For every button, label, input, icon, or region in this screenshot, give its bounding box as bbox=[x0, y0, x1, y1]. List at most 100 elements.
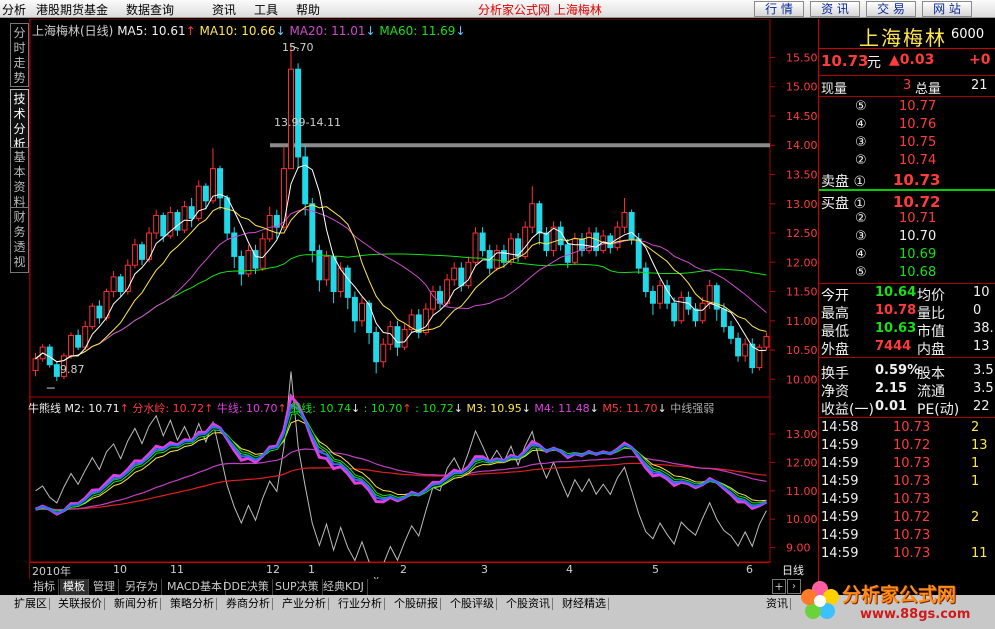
bid5-label: ⑤ bbox=[855, 265, 867, 280]
tick-volume: 2 bbox=[971, 420, 980, 435]
candle-body bbox=[536, 203, 543, 234]
news-button[interactable]: 资 讯 bbox=[810, 1, 860, 17]
trade-button[interactable]: 交 易 bbox=[866, 1, 916, 17]
tab-financials[interactable]: 财务透视 bbox=[10, 207, 29, 273]
website-button[interactable]: 网 站 bbox=[922, 1, 972, 17]
annotation-high: 15.70 bbox=[282, 41, 314, 54]
bottom-menu-item[interactable]: 关联报价 bbox=[58, 596, 105, 612]
tick-price: 10.73 bbox=[893, 474, 931, 489]
tab-intraday[interactable]: 分时走势 bbox=[10, 23, 29, 87]
candle-body bbox=[422, 308, 429, 333]
chart-canvas[interactable]: 10.00 10.50 11.00 11.50 12.00 12.50 13.00 13.50… bbox=[29, 18, 818, 584]
up-arrow-icon: ↑ bbox=[185, 24, 196, 38]
bid3-price: 10.70 bbox=[899, 229, 937, 244]
bottom-menu-item[interactable]: 个股资讯 bbox=[506, 596, 553, 612]
bottom-menu-item[interactable]: 策略分析 bbox=[170, 596, 217, 612]
bid4-price: 10.69 bbox=[899, 247, 937, 262]
menu-item-analysis[interactable]: 分析 bbox=[2, 1, 26, 18]
tick-volume: 1 bbox=[971, 456, 980, 471]
candle-body bbox=[153, 214, 160, 234]
tab-template[interactable]: 模板 bbox=[60, 579, 89, 595]
stat-label: 外盘 bbox=[821, 342, 849, 358]
y-tick-label: 15.00 bbox=[786, 81, 818, 94]
candle-body bbox=[671, 302, 678, 322]
y-tick-label: 15.50 bbox=[786, 51, 818, 64]
y-tick-label: 10.50 bbox=[786, 344, 818, 357]
candle-body bbox=[96, 305, 103, 319]
candle-body bbox=[720, 308, 727, 328]
date-label: 11 bbox=[170, 563, 184, 576]
menu-item-hk-futures[interactable]: 港股期货基金 bbox=[36, 1, 108, 18]
candle-body bbox=[351, 296, 358, 322]
sub-y-tick-label: 13.00 bbox=[786, 428, 818, 441]
bottom-news-button[interactable]: 资讯 bbox=[766, 596, 791, 612]
candle-body bbox=[479, 232, 486, 252]
kline-chart[interactable]: 10.00 10.50 11.00 11.50 12.00 12.50 13.00 13.50… bbox=[28, 18, 818, 584]
tab-sup[interactable]: SUP决策 bbox=[272, 579, 323, 595]
date-label: 4 bbox=[566, 563, 573, 576]
current-vol-label: 现量 bbox=[821, 82, 848, 97]
stat-row: 最低 10.63 市值 38. bbox=[819, 321, 995, 340]
candle-body bbox=[458, 267, 465, 287]
menu-item-data-query[interactable]: 数据查询 bbox=[126, 1, 174, 18]
bottom-menu-item[interactable]: 券商分析 bbox=[226, 596, 273, 612]
plus-icon[interactable]: + bbox=[772, 579, 786, 594]
candle-body bbox=[571, 238, 578, 263]
logo-text: 分析家公式网 bbox=[842, 584, 957, 606]
sub-legend: 牛熊线 M2: 10.71↑ 分水岭: 10.72↑ 牛线: 10.70↑ 熊线… bbox=[28, 400, 714, 416]
tab-fundamentals[interactable]: 基本资料 bbox=[10, 147, 29, 213]
last-price: 10.73 bbox=[821, 52, 869, 70]
stat-label: 流通 bbox=[917, 384, 945, 400]
bottom-menu-item[interactable]: 个股研报 bbox=[394, 596, 441, 612]
total-vol: 21 bbox=[971, 78, 988, 93]
y-tick-label: 14.00 bbox=[786, 139, 818, 152]
stat-value: 0.59% bbox=[875, 363, 921, 378]
quote-header: 上海梅林 6000 bbox=[819, 19, 995, 50]
sub-y-tick-label: 11.00 bbox=[786, 485, 818, 498]
candle-body bbox=[394, 326, 401, 348]
candle-body bbox=[75, 334, 82, 348]
tab-technical[interactable]: 技术分析 bbox=[10, 89, 29, 155]
tick-row: 14:59 10.73 11 bbox=[819, 546, 995, 564]
bottom-menu-item[interactable]: 新闻分析 bbox=[114, 596, 161, 612]
bottom-menu-item[interactable]: 财经精选 bbox=[562, 596, 609, 612]
tick-time: 14:59 bbox=[821, 546, 859, 561]
ask2-price: 10.74 bbox=[899, 153, 937, 168]
bottom-menu-item[interactable]: 行业分析 bbox=[338, 596, 385, 612]
sub-legend-m4: M4: 11.48 bbox=[534, 402, 590, 415]
bid1-label: 买盘 ① bbox=[821, 196, 867, 212]
candle-body bbox=[664, 285, 671, 304]
tab-dde[interactable]: DDE决策 bbox=[220, 579, 273, 595]
y-tick-label: 11.50 bbox=[786, 286, 818, 299]
stock-name: 上海梅林 bbox=[859, 26, 947, 50]
date-label: 1 bbox=[308, 563, 315, 576]
candle-body bbox=[344, 267, 351, 298]
candle-body bbox=[465, 261, 472, 287]
stat-value: 10 bbox=[973, 285, 990, 300]
bottom-menu-item[interactable]: 扩展区 bbox=[14, 596, 50, 612]
stat-value: 10.64 bbox=[875, 285, 917, 300]
menu-item-news[interactable]: 资讯 bbox=[212, 1, 236, 18]
tab-indicator[interactable]: 指标 bbox=[30, 579, 59, 595]
quote-button[interactable]: 行 情 bbox=[754, 1, 804, 17]
flower-logo-icon bbox=[801, 581, 839, 619]
candle-body bbox=[642, 267, 649, 293]
tab-kdj[interactable]: 经典KDJ bbox=[320, 579, 368, 595]
tick-time: 14:59 bbox=[821, 456, 859, 471]
tick-time: 14:59 bbox=[821, 438, 859, 453]
tab-macd[interactable]: MACD基本 bbox=[164, 579, 226, 595]
ma20-line bbox=[35, 208, 767, 363]
bottom-menu: 扩展区 关联报价 新闻分析 策略分析 券商分析 产业分析 行业分析 个股研报 个… bbox=[0, 596, 810, 612]
ask3-label: ③ bbox=[855, 135, 867, 150]
tick-volume: 1 bbox=[971, 474, 980, 489]
bottom-menu-item[interactable]: 个股评级 bbox=[450, 596, 497, 612]
ask2-label: ② bbox=[855, 153, 867, 168]
tab-save-as[interactable]: 另存为 bbox=[122, 579, 162, 595]
bottom-menu-item[interactable]: 产业分析 bbox=[282, 596, 329, 612]
menu-item-help[interactable]: 帮助 bbox=[296, 1, 320, 18]
tab-manage[interactable]: 管理 bbox=[90, 579, 119, 595]
stat-row: 今开 10.64 均价 10 bbox=[819, 285, 995, 304]
stat-label: 换手 bbox=[821, 366, 849, 382]
menu-item-tools[interactable]: 工具 bbox=[254, 1, 278, 18]
date-label: 3 bbox=[481, 563, 488, 576]
